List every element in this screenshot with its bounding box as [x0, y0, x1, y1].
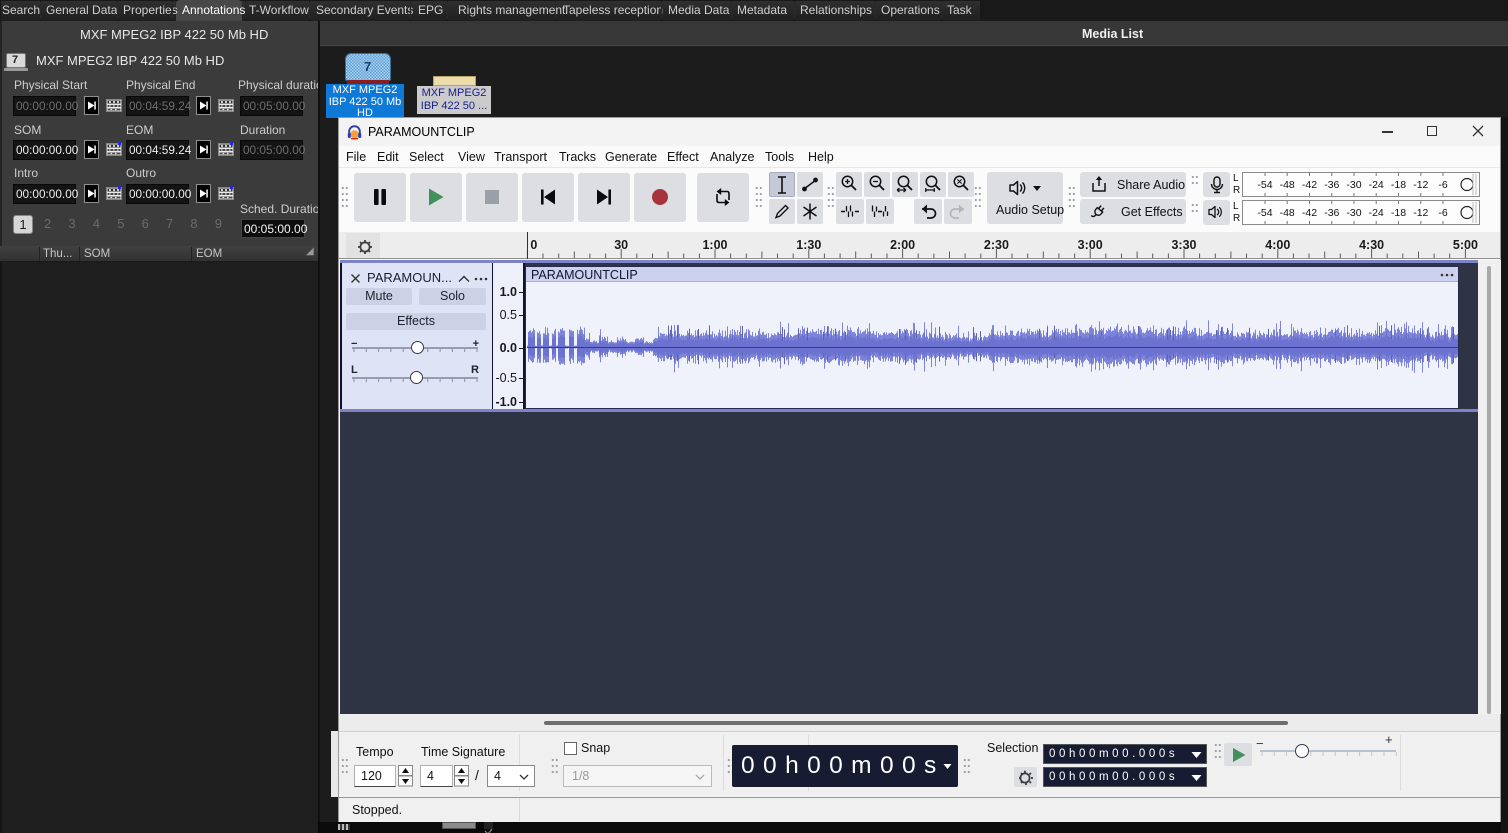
svg-text:-24: -24 [1369, 179, 1384, 191]
svg-text:-54: -54 [1257, 179, 1272, 191]
svg-text:-12: -12 [1413, 207, 1428, 219]
svg-text:-30: -30 [1346, 207, 1361, 219]
svg-text:-6: -6 [1438, 207, 1447, 219]
svg-text:-36: -36 [1324, 179, 1339, 191]
svg-text:-12: -12 [1413, 179, 1428, 191]
svg-text:-18: -18 [1391, 207, 1406, 219]
svg-text:1:00: 1:00 [702, 238, 727, 252]
svg-text:3:00: 3:00 [1078, 238, 1103, 252]
svg-text:1:30: 1:30 [796, 238, 821, 252]
svg-text:0: 0 [530, 238, 537, 252]
svg-text:30: 30 [614, 238, 628, 252]
svg-text:-54: -54 [1257, 207, 1272, 219]
svg-text:-48: -48 [1280, 207, 1295, 219]
svg-text:-36: -36 [1324, 207, 1339, 219]
svg-text:-30: -30 [1346, 179, 1361, 191]
svg-text:-6: -6 [1438, 179, 1447, 191]
svg-text:2:00: 2:00 [890, 238, 915, 252]
svg-text:-42: -42 [1302, 207, 1317, 219]
svg-text:-42: -42 [1302, 179, 1317, 191]
svg-text:2:30: 2:30 [984, 238, 1009, 252]
svg-text:5:00: 5:00 [1453, 238, 1478, 252]
svg-text:3:30: 3:30 [1171, 238, 1196, 252]
svg-text:4:00: 4:00 [1265, 238, 1290, 252]
svg-text:-24: -24 [1369, 207, 1384, 219]
svg-text:-18: -18 [1391, 179, 1406, 191]
svg-text:-48: -48 [1280, 179, 1295, 191]
svg-text:4:30: 4:30 [1359, 238, 1384, 252]
